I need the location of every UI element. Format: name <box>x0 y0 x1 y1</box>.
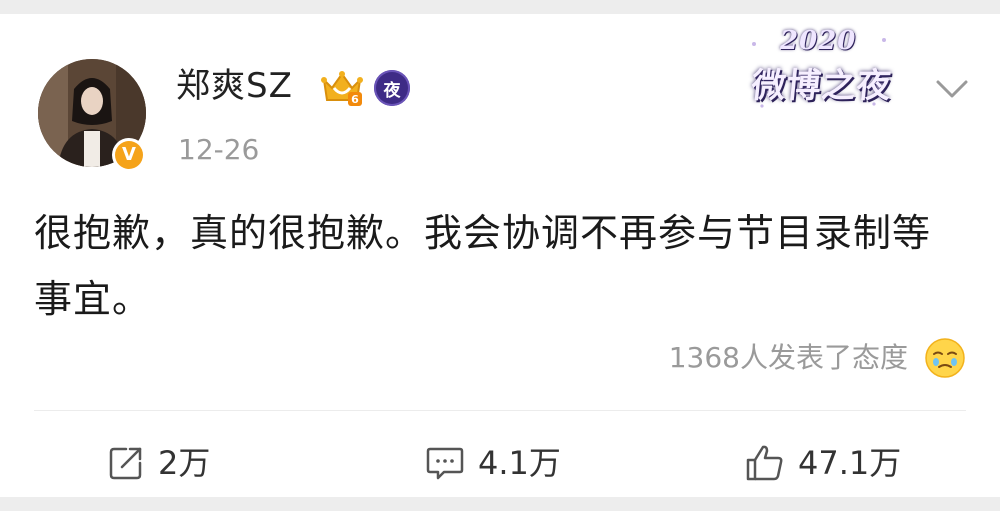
reaction-summary[interactable]: 1368人发表了态度 <box>669 334 966 382</box>
comment-icon <box>426 447 464 480</box>
thumbs-up-icon <box>746 445 783 481</box>
divider <box>34 410 966 411</box>
comment-count: 4.1万 <box>478 444 561 482</box>
repost-button[interactable]: 2万 <box>106 438 210 488</box>
comment-button[interactable]: 4.1万 <box>424 438 561 488</box>
author-name[interactable]: 郑爽SZ <box>176 66 293 106</box>
event-year: 2020 <box>780 26 857 56</box>
weibo-post-card: V 郑爽SZ 6 夜 12-26 2020 微博之夜 很抱歉，真的很抱歉。我会协… <box>0 14 1000 497</box>
like-count: 47.1万 <box>798 444 902 482</box>
verified-v-icon: V <box>115 141 143 169</box>
night-badge[interactable]: 夜 <box>374 70 410 106</box>
like-button[interactable]: 47.1万 <box>744 438 901 488</box>
chevron-down-icon[interactable] <box>932 70 972 110</box>
crown-vip-icon[interactable]: 6 <box>320 68 364 108</box>
svg-text:6: 6 <box>351 93 359 106</box>
repost-count: 2万 <box>158 444 211 482</box>
repost-icon <box>109 447 142 480</box>
reaction-count-text: 1368人发表了态度 <box>668 341 908 374</box>
post-text: 很抱歉，真的很抱歉。我会协调不再参与节目录制等事宜。 <box>34 211 932 321</box>
event-name: 微博之夜 <box>749 66 894 106</box>
teary-face-icon <box>925 338 965 378</box>
event-badge[interactable]: 2020 微博之夜 <box>744 24 894 116</box>
verified-badge: V <box>112 138 146 172</box>
post-date: 12-26 <box>178 133 260 166</box>
